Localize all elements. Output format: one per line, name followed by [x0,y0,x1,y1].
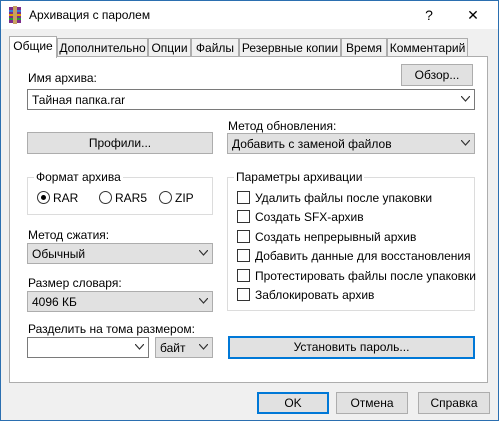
dictionary-select[interactable]: 4096 КБ [27,291,213,312]
winrar-icon [9,6,21,24]
split-label: Разделить на тома размером: [28,322,195,336]
chevron-down-icon [461,140,470,146]
checkbox-recovery[interactable] [237,249,250,262]
help-button[interactable]: Справка [418,392,490,414]
tab-general[interactable]: Общие [9,36,57,58]
checkbox-recovery-label: Добавить данные для восстановления [255,249,471,263]
checkbox-test-label: Протестировать файлы после упаковки [255,269,476,283]
ok-button[interactable]: OK [257,392,329,414]
close-button[interactable]: ✕ [461,5,485,25]
compression-value: Обычный [32,247,86,261]
checkbox-lock[interactable] [237,288,250,301]
title-bar: Архивация с паролем ? ✕ [1,1,498,29]
chevron-down-icon [199,344,208,350]
compression-select[interactable]: Обычный [27,243,213,264]
cancel-button[interactable]: Отмена [336,392,408,414]
dictionary-value: 4096 КБ [32,295,77,309]
tab-advanced[interactable]: Дополнительно [57,38,148,56]
chevron-down-icon [199,298,208,304]
chevron-down-icon [461,96,470,102]
archive-format-title: Формат архива [34,170,123,184]
checkbox-sfx-label: Создать SFX-архив [255,210,364,224]
checkbox-solid[interactable] [237,230,250,243]
help-title-button[interactable]: ? [419,5,439,25]
radio-rar5-label: RAR5 [115,191,148,205]
checkbox-delete-files-label: Удалить файлы после упаковки [255,191,433,205]
archive-params-title: Параметры архивации [234,170,365,184]
archive-name-value: Тайная папка.rar [32,93,126,107]
radio-rar[interactable] [37,191,50,204]
radio-rar5[interactable] [99,191,112,204]
checkbox-test[interactable] [237,269,250,282]
radio-rar-label: RAR [53,191,79,205]
radio-zip[interactable] [159,191,172,204]
tab-files[interactable]: Файлы [191,38,239,56]
chevron-down-icon [199,250,208,256]
checkbox-delete-files[interactable] [237,191,250,204]
update-method-select[interactable]: Добавить с заменой файлов [227,133,475,154]
archive-dialog: Архивация с паролем ? ✕ Общие Дополнител… [0,0,499,421]
checkbox-lock-label: Заблокировать архив [255,288,375,302]
split-size-combo[interactable] [27,337,149,358]
chevron-down-icon [135,344,144,350]
update-method-label: Метод обновления: [228,119,337,133]
compression-label: Метод сжатия: [28,228,110,242]
browse-button[interactable]: Обзор... [401,64,473,86]
tab-options[interactable]: Опции [148,38,191,56]
tab-comment[interactable]: Комментарий [387,38,468,56]
checkbox-solid-label: Создать непрерывный архив [255,230,417,244]
archive-name-label: Имя архива: [28,71,97,85]
archive-name-combo[interactable]: Тайная папка.rar [27,89,475,110]
split-unit-value: байт [160,341,186,355]
set-password-button[interactable]: Установить пароль... [228,336,475,359]
profiles-button[interactable]: Профили... [27,132,213,154]
dictionary-label: Размер словаря: [28,276,122,290]
window-title: Архивация с паролем [29,8,151,22]
radio-zip-label: ZIP [175,191,194,205]
update-method-value: Добавить с заменой файлов [232,137,392,151]
split-unit-select[interactable]: байт [155,337,213,358]
tab-time[interactable]: Время [341,38,387,56]
checkbox-sfx[interactable] [237,210,250,223]
tab-backup[interactable]: Резервные копии [239,38,341,56]
